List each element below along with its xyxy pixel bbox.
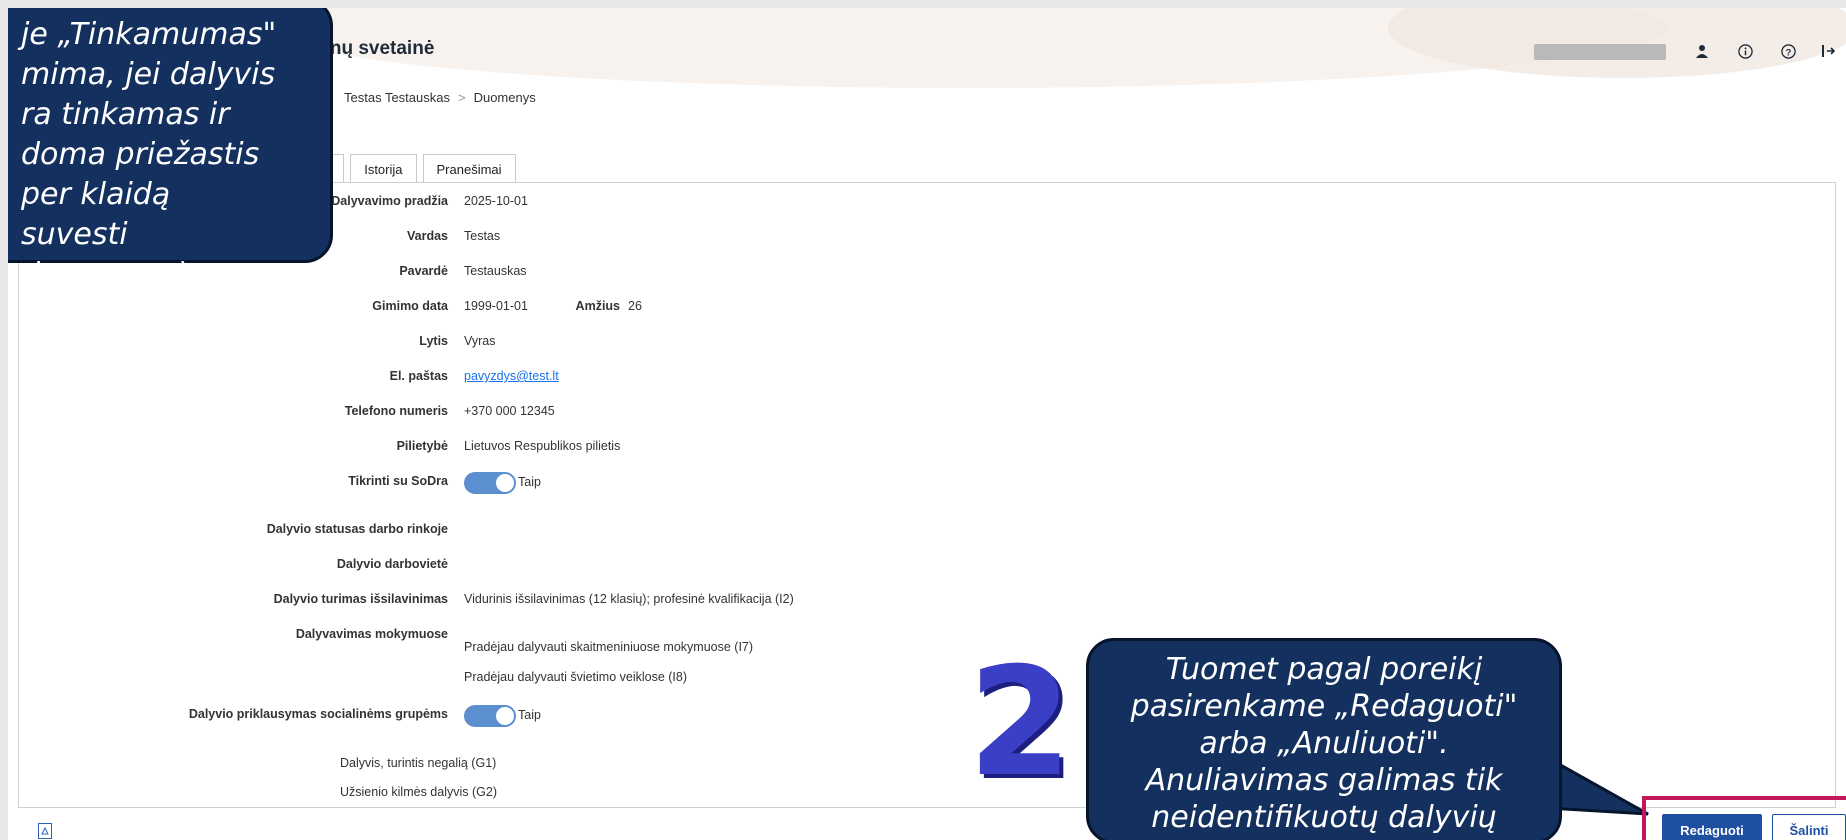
user-icon[interactable] [1691, 40, 1713, 62]
gender-label: Lytis [419, 334, 448, 348]
gender-value: Vyras [464, 334, 496, 348]
callout-left-line: je „Tinkamumas" [21, 17, 277, 52]
delete-button[interactable]: Šalinti [1772, 814, 1846, 840]
social-group-label: Dalyvio priklausymas socialinėms grupėms [188, 707, 448, 721]
callout-right-line: neidentifikuotų dalyvių [1151, 800, 1497, 835]
education-value: Vidurinis išsilavinimas (12 klasių); pro… [464, 592, 794, 606]
callout-left-line: mima, jei dalyvis [21, 57, 276, 92]
citizenship-label: Pilietybė [396, 439, 448, 453]
tab-messages[interactable]: Pranešimai [422, 154, 516, 183]
email-label: El. paštas [389, 369, 448, 383]
callout-right-line: Anuliavimas galimas tik [1145, 763, 1503, 798]
age-value: 26 [628, 299, 642, 313]
sodra-value: Taip [518, 475, 541, 489]
svg-text:?: ? [1785, 47, 1791, 57]
training-value-1: Pradėjau dalyvauti skaitmeniniuose mokym… [464, 640, 754, 654]
logout-icon[interactable] [1818, 40, 1840, 62]
callout-left-line: per klaidą suvesti [21, 177, 171, 252]
callout-edit-annul: Tuomet pagal poreikį pasirenkame „Redagu… [1086, 638, 1562, 840]
last-name-value: Testauskas [464, 264, 527, 278]
callout-left-line: doma priežastis [21, 137, 260, 172]
education-label: Dalyvio turimas išsilavinimas [273, 592, 448, 606]
breadcrumb-item-current: Duomenys [473, 90, 536, 105]
birth-date-label: Gimimo data [372, 299, 448, 313]
email-value: pavyzdys@test.lt [464, 369, 559, 383]
breadcrumb: Testas Testauskas > Duomenys [344, 90, 536, 105]
callout-eligibility: je „Tinkamumas" mima, jei dalyvis ra tin… [8, 8, 333, 292]
callout-left-line: duomenys) [21, 257, 190, 292]
pdf-icon[interactable] [38, 823, 52, 839]
social-group-item-1: Dalyvis, turintis negalią (G1) [340, 756, 497, 770]
page: ainų svetainė ? Testas Testauskas > Duomen… [8, 8, 1846, 840]
workplace-label: Dalyvio darbovietė [336, 557, 448, 571]
sodra-label: Tikrinti su SoDra [348, 474, 448, 488]
callout-right-line: pasirenkame „Redaguoti" [1130, 689, 1518, 724]
step-number: 2 [968, 636, 1073, 810]
email-link[interactable]: pavyzdys@test.lt [464, 369, 559, 383]
labor-status-label: Dalyvio statusas darbo rinkoje [266, 522, 448, 536]
first-name-value: Testas [464, 229, 501, 243]
callout-left-line: ra tinkamas ir [21, 97, 230, 132]
age-label: Amžius [575, 299, 620, 313]
callout-right-line: arba „Anuliuoti". [1199, 726, 1449, 761]
callout-right-line: Tuomet pagal poreikį [1165, 652, 1483, 687]
birth-date-value: 1999-01-01 [464, 299, 528, 313]
social-group-toggle[interactable] [464, 705, 516, 727]
training-label: Dalyvavimas mokymuose [295, 627, 448, 641]
training-value-2: Pradėjau dalyvauti švietimo veiklose (I8… [464, 670, 688, 684]
phone-value: +370 000 12345 [464, 404, 555, 418]
citizenship-value: Lietuvos Respublikos pilietis [464, 439, 621, 453]
info-icon[interactable] [1734, 40, 1756, 62]
breadcrumb-item-participant[interactable]: Testas Testauskas [344, 90, 450, 105]
social-group-value: Taip [518, 708, 541, 722]
breadcrumb-separator-icon: > [457, 90, 466, 105]
edit-button[interactable]: Redaguoti [1662, 814, 1762, 840]
social-group-item-2: Užsienio kilmės dalyvis (G2) [340, 785, 497, 799]
participation-start-value: 2025-10-01 [464, 194, 528, 208]
phone-label: Telefono numeris [344, 404, 448, 418]
user-name-redacted [1534, 44, 1666, 60]
sodra-toggle[interactable] [464, 472, 516, 494]
help-icon[interactable]: ? [1777, 40, 1799, 62]
tab-history[interactable]: Istorija [350, 154, 417, 183]
